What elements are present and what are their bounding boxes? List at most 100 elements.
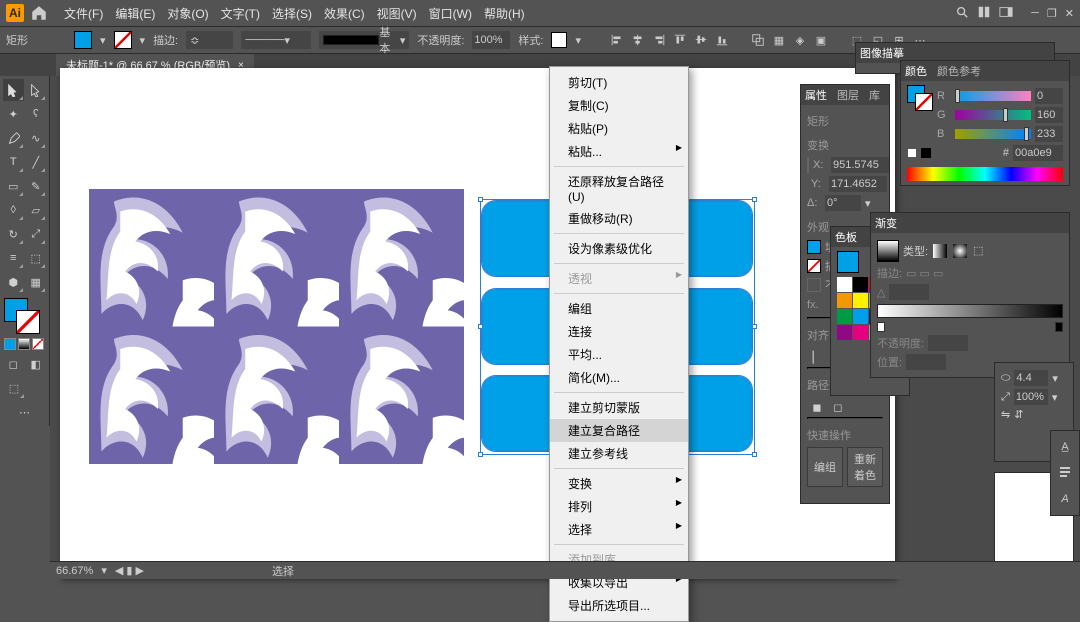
unite[interactable] [748, 30, 768, 50]
draw-normal[interactable]: ◻ [3, 353, 24, 375]
ctx-redo[interactable]: 重做移动(R) [550, 207, 688, 230]
swatch-item[interactable] [837, 309, 852, 324]
zoom-level[interactable]: 66.67% [56, 565, 93, 577]
recolor-button[interactable]: 重新着色 [847, 447, 883, 487]
minus-front[interactable]: ▦ [769, 30, 789, 50]
opacity-box[interactable] [807, 278, 821, 292]
window-close[interactable]: ✕ [1065, 7, 1074, 20]
image-trace-tab[interactable]: 图像描摹 [860, 45, 904, 61]
ctx-make-guides[interactable]: 建立参考线 [550, 442, 688, 465]
align-vcenter[interactable] [691, 30, 711, 50]
ctx-average[interactable]: 平均... [550, 343, 688, 366]
gradient-tab[interactable]: 渐变 [875, 215, 897, 231]
menu-text[interactable]: 文字(T) [215, 1, 266, 26]
ctx-arrange[interactable]: 排列 [550, 495, 688, 518]
menu-file[interactable]: 文件(F) [58, 1, 109, 26]
scale-tool[interactable]: ⤢ [26, 223, 47, 245]
ctx-copy[interactable]: 复制(C) [550, 94, 688, 117]
props-tab[interactable]: 属性 [805, 87, 827, 103]
gradient-stop-1[interactable] [877, 322, 885, 332]
gradient-mode[interactable] [18, 338, 30, 350]
ctx-undo[interactable]: 还原释放复合路径(U) [550, 170, 688, 207]
flip-h-icon[interactable]: ⇋ [1001, 408, 1010, 421]
r-slider[interactable] [955, 91, 1031, 101]
color-mode[interactable] [4, 338, 16, 350]
align-l2[interactable]: ▏ [807, 347, 827, 367]
edit-toolbar[interactable]: ⋯ [3, 401, 46, 423]
paintbrush-tool[interactable]: ✎ [26, 175, 47, 197]
y-input[interactable] [829, 176, 887, 192]
ctx-make-clip-mask[interactable]: 建立剪切蒙版 [550, 396, 688, 419]
shaper-tool[interactable]: ◊ [3, 199, 24, 221]
direct-selection-tool[interactable] [26, 79, 47, 101]
none-mode[interactable] [32, 338, 44, 350]
align-right[interactable] [649, 30, 669, 50]
g-slider[interactable] [955, 110, 1031, 120]
menu-edit[interactable]: 编辑(E) [109, 1, 161, 26]
group-button[interactable]: 编组 [807, 447, 843, 487]
workspace-icon[interactable] [999, 5, 1013, 22]
freeform-gradient[interactable]: ⬚ [972, 243, 988, 259]
swatch-item[interactable] [853, 325, 868, 340]
reference-point[interactable] [807, 157, 809, 173]
free-transform-tool[interactable]: ⬚ [26, 247, 47, 269]
ctx-transform[interactable]: 变换 [550, 472, 688, 495]
gradient-ramp[interactable] [877, 304, 1063, 318]
home-icon[interactable] [30, 4, 48, 22]
pf-minus[interactable]: ◻ [828, 397, 848, 417]
align-left[interactable] [607, 30, 627, 50]
swatches-tab[interactable]: 色板 [835, 229, 857, 245]
chevron-down-icon[interactable]: ▾ [140, 34, 146, 47]
ctx-make-compound-path[interactable]: 建立复合路径 [550, 419, 688, 442]
screen-mode[interactable]: ⬚ [3, 377, 25, 399]
swatch-item[interactable] [853, 293, 868, 308]
b-slider[interactable] [955, 129, 1031, 139]
swatch-item[interactable] [837, 277, 852, 292]
ctx-paste[interactable]: 粘贴(P) [550, 117, 688, 140]
gradient-preview[interactable] [877, 240, 899, 262]
rectangle-tool[interactable]: ▭ [3, 175, 24, 197]
lasso-tool[interactable]: ʕ [26, 103, 47, 125]
char-panel-icon[interactable]: A̲ [1053, 435, 1077, 459]
fill-stroke-indicator[interactable] [2, 298, 48, 334]
ctx-export-selection[interactable]: 导出所选项目... [550, 594, 688, 617]
swatch-item[interactable] [837, 325, 852, 340]
perspective-tool[interactable]: ▦ [26, 271, 47, 293]
stroke-color[interactable] [807, 259, 821, 273]
opacity-input[interactable] [472, 31, 510, 49]
g-input[interactable] [1035, 107, 1063, 123]
swatch-item[interactable] [853, 277, 868, 292]
pen-tool[interactable] [3, 127, 24, 149]
swatch-item[interactable] [853, 309, 868, 324]
fill-swatch[interactable] [74, 31, 92, 49]
align-top[interactable] [670, 30, 690, 50]
ctx-group[interactable]: 编组 [550, 297, 688, 320]
color-guide-tab[interactable]: 颜色参考 [937, 63, 981, 79]
scale-input[interactable] [1014, 389, 1048, 405]
width-tool[interactable]: ≡ [3, 247, 24, 269]
radial-gradient[interactable] [952, 243, 968, 259]
magic-wand-tool[interactable]: ✦ [3, 103, 24, 125]
pattern-artwork[interactable] [89, 189, 464, 464]
stroke-profile[interactable]: ───── ▾ [241, 31, 311, 49]
ctx-paste-sub[interactable]: 粘贴... [550, 140, 688, 163]
pf-unite[interactable]: ◼ [807, 397, 827, 417]
window-minimize[interactable]: ─ [1031, 7, 1039, 19]
r-input[interactable] [1035, 88, 1063, 104]
menu-object[interactable]: 对象(O) [161, 1, 214, 26]
angle-input[interactable] [825, 195, 861, 211]
line-tool[interactable]: ╱ [26, 151, 47, 173]
swatch-item[interactable] [837, 293, 852, 308]
corner-radius-input[interactable] [1014, 370, 1048, 386]
lib-tab[interactable]: 库 [869, 87, 880, 103]
paragraph-panel-icon[interactable] [1053, 461, 1077, 485]
ctx-pixel-perfect[interactable]: 设为像素级优化 [550, 237, 688, 260]
hex-input[interactable] [1013, 145, 1063, 161]
glyphs-panel-icon[interactable]: A [1053, 487, 1077, 511]
search-icon[interactable] [955, 5, 969, 22]
ctx-select[interactable]: 选择 [550, 518, 688, 541]
window-restore[interactable]: ❐ [1047, 7, 1057, 20]
type-tool[interactable]: T [3, 151, 24, 173]
ctx-cut[interactable]: 剪切(T) [550, 71, 688, 94]
menu-select[interactable]: 选择(S) [266, 1, 318, 26]
